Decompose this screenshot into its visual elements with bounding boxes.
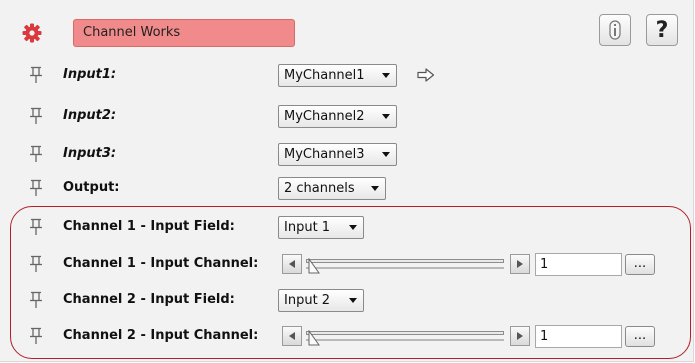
pin-icon[interactable] [28, 327, 44, 345]
decrement-button[interactable] [282, 326, 302, 346]
triangle-left-icon [289, 260, 295, 268]
parameter-panel: Channel Works ? Input1: MyChannel1 Input… [0, 0, 694, 362]
ch2-slider-scale [306, 339, 504, 341]
pin-icon[interactable] [28, 107, 44, 125]
input2-select-value: MyChannel2 [284, 109, 365, 124]
arrow-right-icon[interactable] [417, 68, 435, 82]
input2-select[interactable]: MyChannel2 [278, 105, 397, 128]
ch2-slider-thumb[interactable] [308, 330, 320, 346]
pin-icon[interactable] [28, 218, 44, 236]
chevron-down-icon [382, 152, 390, 157]
pin-icon[interactable] [28, 255, 44, 273]
input1-select-value: MyChannel1 [284, 68, 365, 83]
param-label: Output: [63, 180, 120, 195]
node-title[interactable]: Channel Works [73, 19, 295, 47]
param-row-input3: Input3: MyChannel3 [0, 139, 693, 169]
output-select[interactable]: 2 channels [278, 177, 386, 200]
chevron-down-icon [382, 114, 390, 119]
param-row-ch1-channel: Channel 1 - Input Channel: 1 ... [0, 249, 693, 279]
param-label: Channel 1 - Input Channel: [63, 256, 259, 271]
param-label: Channel 2 - Input Field: [63, 292, 235, 307]
param-row-ch1-field: Channel 1 - Input Field: Input 1 [0, 212, 693, 242]
input1-select[interactable]: MyChannel1 [278, 64, 397, 87]
param-row-ch2-field: Channel 2 - Input Field: Input 2 [0, 285, 693, 315]
triangle-right-icon [517, 260, 523, 268]
triangle-right-icon [517, 332, 523, 340]
pin-icon[interactable] [28, 145, 44, 163]
param-label: Channel 1 - Input Field: [63, 219, 235, 234]
ch1-field-select-value: Input 1 [284, 220, 331, 235]
ch1-channel-field[interactable]: 1 [535, 253, 622, 276]
increment-button[interactable] [510, 326, 530, 346]
pin-icon[interactable] [28, 66, 44, 84]
param-label: Channel 2 - Input Channel: [63, 328, 259, 343]
ch2-field-select[interactable]: Input 2 [278, 289, 364, 312]
ch1-field-select[interactable]: Input 1 [278, 216, 364, 239]
param-row-output: Output: 2 channels [0, 173, 693, 203]
ch1-slider-track[interactable] [306, 259, 504, 263]
info-icon [609, 20, 621, 40]
param-row-input2: Input2: MyChannel2 [0, 101, 693, 131]
param-label: Input2: [63, 108, 117, 123]
ch2-slider-track[interactable] [306, 331, 504, 335]
ch2-field-select-value: Input 2 [284, 293, 331, 308]
red-gear-icon [22, 23, 42, 43]
ch1-slider-scale [306, 267, 504, 269]
input3-select-value: MyChannel3 [284, 147, 365, 162]
chevron-down-icon [371, 186, 379, 191]
ch2-channel-field[interactable]: 1 [535, 325, 622, 348]
help-button[interactable]: ? [646, 14, 678, 46]
output-select-value: 2 channels [284, 181, 355, 196]
pin-icon[interactable] [28, 179, 44, 197]
chevron-down-icon [382, 73, 390, 78]
more-button[interactable]: ... [625, 326, 655, 347]
decrement-button[interactable] [282, 254, 302, 274]
info-button[interactable] [599, 14, 631, 46]
triangle-left-icon [289, 332, 295, 340]
chevron-down-icon [349, 298, 357, 303]
input3-select[interactable]: MyChannel3 [278, 143, 397, 166]
param-label: Input3: [63, 146, 117, 161]
param-row-input1: Input1: MyChannel1 [0, 60, 693, 90]
more-button[interactable]: ... [625, 254, 655, 275]
pin-icon[interactable] [28, 291, 44, 309]
param-label: Input1: [63, 67, 117, 82]
increment-button[interactable] [510, 254, 530, 274]
chevron-down-icon [349, 225, 357, 230]
param-row-ch2-channel: Channel 2 - Input Channel: 1 ... [0, 321, 693, 351]
ch1-slider-thumb[interactable] [308, 258, 320, 274]
